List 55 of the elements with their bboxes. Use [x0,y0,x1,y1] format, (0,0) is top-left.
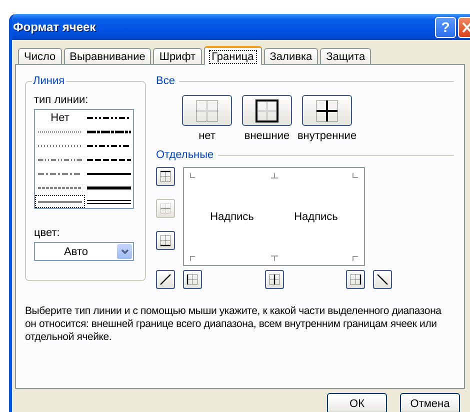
preset-button[interactable] [182,95,232,126]
line-style-option[interactable]: Нет [35,111,85,124]
preview-text: Надпись [210,210,254,222]
color-dropdown[interactable]: Авто [34,242,134,261]
right-border-icon [349,273,362,286]
tab[interactable]: Заливка [264,48,318,64]
border-toggle-button[interactable] [264,270,284,289]
preset-button[interactable] [242,95,292,126]
corner-mark-icon [351,254,358,260]
corner-mark-icon [270,254,278,260]
section-title: Все [156,75,175,87]
line-sample-icon [87,184,131,192]
description-text: Выберите тип линии и с помощью мыши укажите, к какой части выделенного диапазона он относится: внешней границе всего диапазона, всем внутренним границам ячеек или отдельной ячейке. [25,305,442,344]
grid-icon [195,98,219,122]
cancel-button[interactable]: Отмена [400,393,460,412]
close-button[interactable] [458,16,470,38]
ok-button[interactable]: ОК [327,393,387,412]
tab[interactable]: Граница [204,46,262,65]
inner-border-icon [315,98,339,122]
tab[interactable]: Шрифт [153,48,202,64]
corner-mark-icon [270,172,278,180]
preview-text: Надпись [294,210,338,222]
diagonal-line-icon [159,273,172,286]
border-toggle-button[interactable] [373,270,392,289]
top-border-icon [159,170,172,183]
tab[interactable]: Защита [320,48,372,64]
diagonal-line-icon [376,273,389,286]
left-border-icon [186,273,199,286]
border-toggle-button[interactable] [183,270,202,289]
border-toggle-button[interactable] [156,270,175,289]
preset-label: нет [198,130,216,142]
tab[interactable]: Выравнивание [64,48,152,64]
section-title: Отдельные [156,149,214,161]
line-style-list[interactable]: Нет [34,109,134,209]
line-style-option[interactable] [35,195,85,208]
line-sample-icon [87,198,131,206]
preset-label: внешние [244,130,290,142]
corner-mark-icon [190,172,197,180]
outline-border-icon [255,98,279,122]
corner-mark-icon [351,172,358,180]
border-toggle-button[interactable] [346,270,365,289]
border-toggle-button[interactable] [156,167,175,186]
field-label: цвет: [34,227,61,239]
border-toggle-button[interactable] [156,231,175,250]
preset-button[interactable] [302,95,352,126]
vertical-border-icon [268,273,280,286]
group-title: Линия [32,75,66,87]
border-preview[interactable]: Надпись Надпись [183,167,365,266]
tab[interactable]: Число [18,48,62,64]
bottom-border-icon [159,234,172,247]
horizontal-border-icon [159,202,172,215]
window-title: Формат ячеек [13,20,97,34]
corner-mark-icon [190,254,197,260]
field-label: тип линии: [34,94,90,106]
preset-label: внутренние [297,130,357,142]
